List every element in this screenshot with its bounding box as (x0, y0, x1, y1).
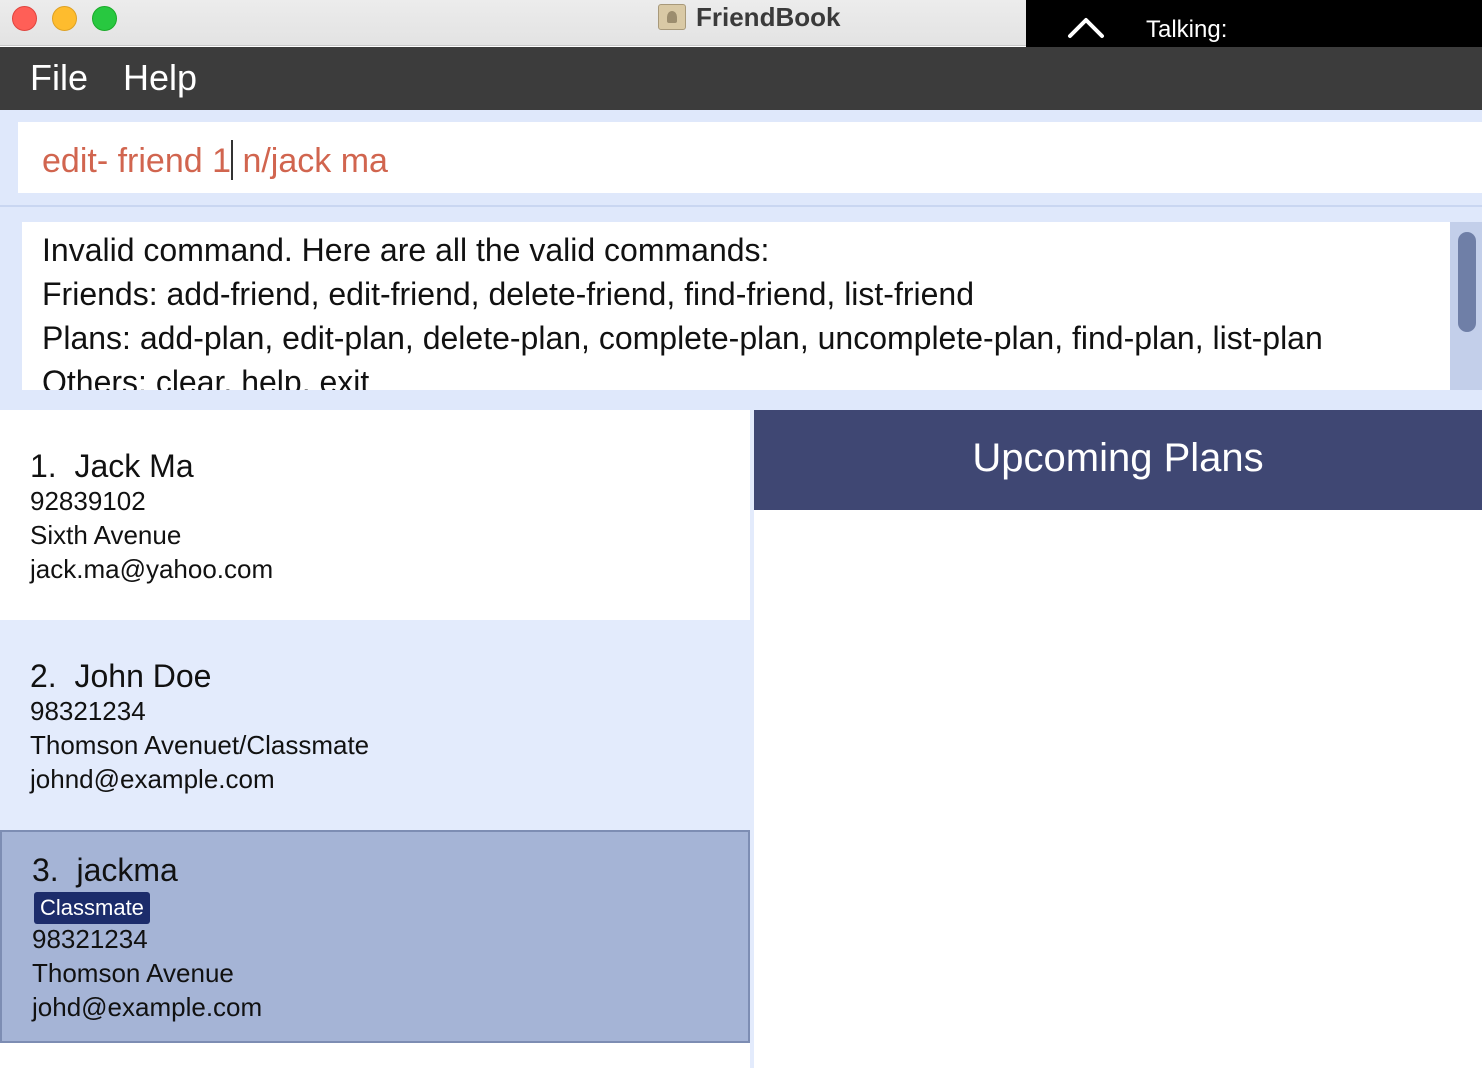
friend-name: 2. John Doe (30, 658, 211, 695)
zoom-window-button[interactable] (92, 6, 117, 31)
friend-card[interactable]: 1. Jack Ma 92839102 Sixth Avenue jack.ma… (0, 410, 750, 620)
window-title: FriendBook (658, 2, 840, 32)
result-scrollbar[interactable] (1450, 222, 1482, 390)
plans-panel: Upcoming Plans (754, 410, 1482, 1068)
friend-list: 1. Jack Ma 92839102 Sixth Avenue jack.ma… (0, 410, 750, 1068)
close-window-button[interactable] (12, 6, 37, 31)
friend-name-text: Jack Ma (74, 448, 194, 484)
command-input[interactable]: edit- friend 1 n/jack ma (18, 122, 1482, 193)
friend-name: 3. jackma (32, 852, 178, 889)
friend-tag: Classmate (34, 892, 150, 924)
command-text-before-caret: edit- friend 1 (42, 142, 231, 180)
plans-title: Upcoming Plans (972, 436, 1264, 480)
friend-name: 1. Jack Ma (30, 448, 194, 485)
command-text-after-caret: n/jack ma (233, 142, 388, 180)
command-input-text[interactable]: edit- friend 1 n/jack ma (42, 140, 388, 181)
friend-index: 3. (32, 852, 59, 888)
chevron-up-icon[interactable] (1066, 12, 1106, 42)
menu-help[interactable]: Help (123, 57, 197, 99)
friend-index: 2. (30, 658, 57, 694)
friend-card-selected[interactable]: 3. jackma Classmate 98321234 Thomson Ave… (0, 830, 750, 1043)
command-area: edit- friend 1 n/jack ma Invalid command… (0, 110, 1482, 410)
friend-phone: 98321234 (32, 924, 148, 954)
minimize-window-button[interactable] (52, 6, 77, 31)
result-line: Friends: add-friend, edit-friend, delete… (42, 276, 974, 312)
friend-address: Thomson Avenue (32, 958, 234, 988)
friend-index: 1. (30, 448, 57, 484)
result-line: Others: clear, help, exit (42, 364, 370, 390)
friend-name-text: John Doe (74, 658, 212, 694)
plans-header: Upcoming Plans (754, 410, 1482, 510)
friend-email: johd@example.com (32, 992, 263, 1022)
friend-phone: 92839102 (30, 486, 146, 516)
divider (0, 205, 1482, 207)
window-title-text: FriendBook (696, 1, 841, 32)
friend-card[interactable]: 2. John Doe 98321234 Thomson Avenuet/Cla… (0, 620, 750, 830)
friend-address: Sixth Avenue (30, 520, 182, 550)
talking-label: Talking: (1146, 16, 1228, 43)
contacts-book-icon (658, 4, 686, 30)
friend-name-text: jackma (76, 852, 178, 888)
result-line: Plans: add-plan, edit-plan, delete-plan,… (42, 320, 1323, 356)
result-line: Invalid command. Here are all the valid … (42, 232, 770, 268)
friend-address: Thomson Avenuet/Classmate (30, 730, 370, 760)
menu-bar: File Help (0, 47, 1482, 110)
result-display[interactable]: Invalid command. Here are all the valid … (22, 222, 1450, 390)
scrollbar-thumb[interactable] (1458, 232, 1476, 332)
friend-email: jack.ma@yahoo.com (30, 554, 274, 584)
menu-file[interactable]: File (30, 57, 88, 99)
friend-phone: 98321234 (30, 696, 146, 726)
friend-email: johnd@example.com (30, 764, 275, 794)
